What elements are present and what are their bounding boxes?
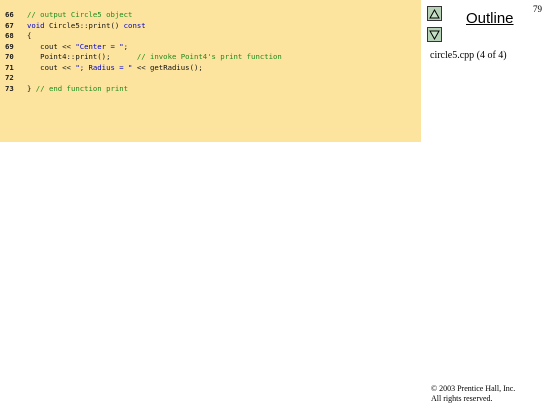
next-slide-button[interactable] xyxy=(427,27,442,42)
code-line: 69 cout << "Center = "; xyxy=(5,42,282,53)
code-token: } xyxy=(27,83,36,93)
code-line: 67 void Circle5::print() const xyxy=(5,21,282,32)
code-token: const xyxy=(123,20,146,30)
line-number: 66 xyxy=(5,10,14,19)
code-token: Point4::print(); xyxy=(27,52,137,61)
line-number: 69 xyxy=(5,41,14,51)
code-token: Circle5::print() xyxy=(48,20,124,30)
code-token: ; xyxy=(123,41,129,51)
code-token: // invoke Point4's print function xyxy=(136,52,282,61)
code-line: 71 cout << "; Radius = " << getRadius(); xyxy=(5,63,282,74)
previous-slide-button[interactable] xyxy=(427,6,442,21)
page-number: 79 xyxy=(533,4,542,14)
code-line: 66 // output Circle5 object xyxy=(5,10,282,21)
code-line: 68 { xyxy=(5,31,282,42)
code-token: cout << xyxy=(27,41,76,51)
code-line: 72 xyxy=(5,73,282,84)
line-number: 70 xyxy=(5,52,14,61)
code-panel: 66 // output Circle5 object 67 void Circle5… xyxy=(0,0,421,142)
outline-link[interactable]: Outline xyxy=(466,10,514,27)
line-number: 71 xyxy=(5,62,14,72)
line-number: 68 xyxy=(5,31,14,40)
code-token: void xyxy=(27,20,49,30)
code-line: 73} // end function print xyxy=(5,84,282,95)
copyright-notice: © 2003 Prentice Hall, Inc. All rights re… xyxy=(431,384,515,404)
code-token: // output Circle5 object xyxy=(27,10,133,19)
code-token: << getRadius(); xyxy=(132,62,203,72)
file-label: circle5.cpp (4 of 4) xyxy=(430,50,507,61)
code-token: { xyxy=(27,31,32,40)
code-token: "; Radius = " xyxy=(75,62,133,72)
code-token: cout << xyxy=(27,62,76,72)
code-line: 70 Point4::print(); // invoke Point4's p… xyxy=(5,52,282,63)
line-number: 72 xyxy=(5,73,14,82)
code-token: "Center = " xyxy=(75,41,124,51)
triangle-up-icon xyxy=(429,8,440,18)
rights-line: All rights reserved. xyxy=(431,394,493,403)
line-number: 67 xyxy=(5,20,14,30)
line-number: 73 xyxy=(5,83,14,93)
triangle-down-icon xyxy=(429,30,440,40)
code-listing: 66 // output Circle5 object 67 void Circle5… xyxy=(5,10,282,94)
code-token: // end function print xyxy=(35,83,129,93)
copyright-line: © 2003 Prentice Hall, Inc. xyxy=(431,384,516,393)
